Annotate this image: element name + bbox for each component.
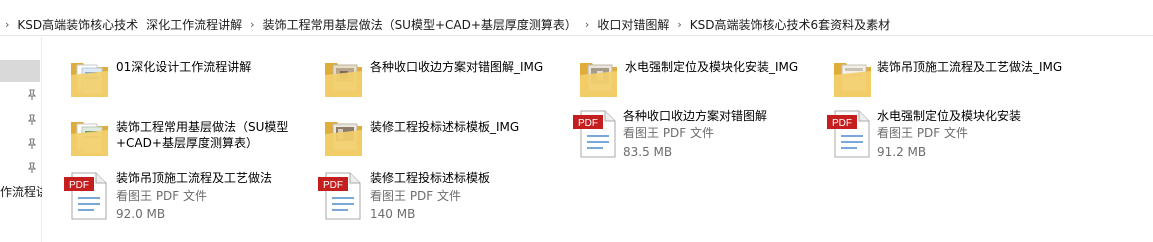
breadcrumb-item-ksd-core[interactable]: KSD高端装饰核心技术: [16, 16, 139, 33]
pdf-file-icon: PDF: [573, 110, 616, 158]
breadcrumb: › KSD高端装饰核心技术 深化工作流程讲解 › 装饰工程常用基层做法（SU模型…: [0, 12, 891, 36]
breadcrumb-item-edge-diagrams[interactable]: 收口对错图解: [596, 16, 670, 33]
folder-images-icon: [834, 63, 871, 97]
nav-selected-item[interactable]: [0, 60, 40, 82]
file-size: 91.2 MB: [877, 145, 927, 159]
folder-item[interactable]: 水电强制定位及模块化安装_IMG: [577, 55, 817, 103]
breadcrumb-item-workflow[interactable]: 深化工作流程讲解: [145, 16, 243, 33]
address-bar[interactable]: › KSD高端装饰核心技术 深化工作流程讲解 › 装饰工程常用基层做法（SU模型…: [0, 12, 1153, 36]
pin-icon[interactable]: [26, 114, 38, 126]
file-size: 83.5 MB: [623, 145, 673, 159]
pin-icon[interactable]: [26, 138, 38, 150]
nav-item-label[interactable]: 作流程讲: [0, 183, 42, 200]
pdf-file-icon: PDF: [318, 172, 361, 220]
breadcrumb-separator-icon[interactable]: ›: [0, 18, 16, 31]
file-size: 92.0 MB: [116, 207, 166, 221]
navigation-pane[interactable]: 作流程讲: [0, 37, 42, 242]
file-type: 看图王 PDF 文件: [877, 126, 969, 140]
folder-name-line2: +CAD+基层厚度测算表）: [116, 136, 258, 150]
pdf-badge-label: PDF: [323, 180, 343, 191]
pdf-badge-label: PDF: [69, 180, 89, 191]
pdf-file-icon: PDF: [64, 172, 107, 220]
pdf-file-item[interactable]: PDF 装饰吊顶施工流程及工艺做法 看图王 PDF 文件 92.0 MB: [64, 169, 314, 223]
folder-images-icon: [580, 63, 617, 97]
file-type: 看图王 PDF 文件: [370, 189, 462, 203]
pdf-file-item[interactable]: PDF 水电强制定位及模块化安装 看图王 PDF 文件 91.2 MB: [827, 107, 1077, 161]
breadcrumb-item-6-sets[interactable]: KSD高端装饰核心技术6套资料及素材: [689, 16, 891, 33]
breadcrumb-separator-icon[interactable]: ›: [670, 18, 688, 31]
file-name: 装修工程投标述标模板: [370, 171, 491, 185]
file-type: 看图王 PDF 文件: [623, 126, 715, 140]
file-name: 装饰吊顶施工流程及工艺做法: [116, 171, 273, 185]
folder-name: 01深化设计工作流程讲解: [116, 60, 252, 74]
folder-item[interactable]: 各种收口收边方案对错图解_IMG: [322, 55, 562, 103]
pdf-badge-label: PDF: [578, 118, 598, 129]
folder-name-line1: 装饰工程常用基层做法（SU模型: [116, 120, 289, 134]
folder-images-icon: [325, 63, 362, 97]
folder-images-icon: [325, 122, 362, 156]
folder-name: 装修工程投标述标模板_IMG: [370, 120, 520, 134]
file-name: 各种收口收边方案对错图解: [623, 109, 768, 123]
pdf-file-icon: PDF: [827, 110, 870, 158]
breadcrumb-separator-icon[interactable]: ›: [243, 18, 261, 31]
folder-item[interactable]: 01深化设计工作流程讲解: [68, 55, 308, 103]
folder-docs-icon: [71, 122, 108, 156]
file-name: 水电强制定位及模块化安装: [877, 109, 1022, 123]
folder-item[interactable]: 装饰吊顶施工流程及工艺做法_IMG: [831, 55, 1091, 103]
pdf-file-item[interactable]: PDF 装修工程投标述标模板 看图王 PDF 文件 140 MB: [318, 169, 568, 223]
folder-item[interactable]: 装饰工程常用基层做法（SU模型 +CAD+基层厚度测算表）: [68, 114, 308, 162]
folder-name: 水电强制定位及模块化安装_IMG: [625, 60, 799, 74]
pin-icon[interactable]: [26, 89, 38, 101]
file-size: 140 MB: [370, 207, 416, 221]
file-type: 看图王 PDF 文件: [116, 189, 208, 203]
breadcrumb-separator-icon[interactable]: ›: [578, 18, 596, 31]
pin-icon[interactable]: [26, 162, 38, 174]
folder-item[interactable]: 装修工程投标述标模板_IMG: [322, 114, 562, 162]
folder-docs-icon: [71, 63, 108, 97]
folder-name: 装饰吊顶施工流程及工艺做法_IMG: [877, 60, 1063, 74]
breadcrumb-item-base-methods[interactable]: 装饰工程常用基层做法（SU模型+CAD+基层厚度测算表）: [262, 16, 578, 33]
pdf-file-item[interactable]: PDF 各种收口收边方案对错图解 看图王 PDF 文件 83.5 MB: [573, 107, 823, 161]
folder-name: 各种收口收边方案对错图解_IMG: [370, 60, 544, 74]
pdf-badge-label: PDF: [832, 118, 852, 129]
